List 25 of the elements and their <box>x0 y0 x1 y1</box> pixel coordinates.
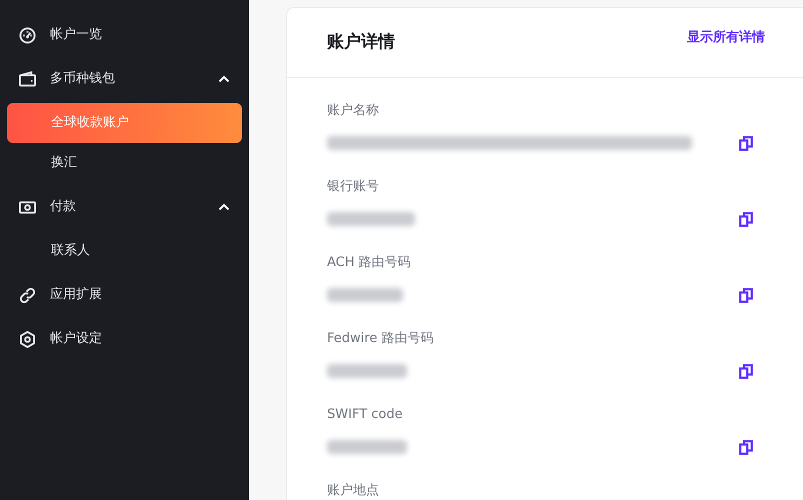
copy-icon[interactable] <box>739 364 753 378</box>
settings-icon <box>19 330 36 348</box>
copy-icon[interactable] <box>739 212 753 226</box>
cash-icon <box>19 200 36 214</box>
field-label: 银行账号 <box>327 178 380 196</box>
copy-icon[interactable] <box>739 136 753 150</box>
show-all-details-link[interactable]: 显示所有详情 <box>687 28 765 48</box>
wallet-icon <box>19 71 36 87</box>
sidebar-item[interactable]: 付款 <box>7 187 242 227</box>
sidebar-subitem[interactable]: 换汇 <box>7 143 242 183</box>
field-label: Fedwire 路由号码 <box>327 330 434 348</box>
field-label: SWIFT code <box>327 406 404 424</box>
sidebar-subitem[interactable]: 联系人 <box>7 231 242 271</box>
field-label: ACH 路由号码 <box>327 254 412 272</box>
card-title: 账户详情 <box>327 30 395 54</box>
sidebar-item[interactable]: 帐户设定 <box>7 319 242 359</box>
copy-icon[interactable] <box>739 440 753 454</box>
copy-icon[interactable] <box>739 288 753 302</box>
field-label: 账户地点 <box>327 482 380 500</box>
sidebar-item[interactable]: 帐户一览 <box>7 15 242 55</box>
sidebar-item[interactable]: 应用扩展 <box>7 275 242 315</box>
sidebar-item[interactable]: 多币种钱包 <box>7 59 242 99</box>
field-label: 账户名称 <box>327 102 380 120</box>
gauge-icon <box>19 26 36 44</box>
link-icon <box>19 286 36 304</box>
